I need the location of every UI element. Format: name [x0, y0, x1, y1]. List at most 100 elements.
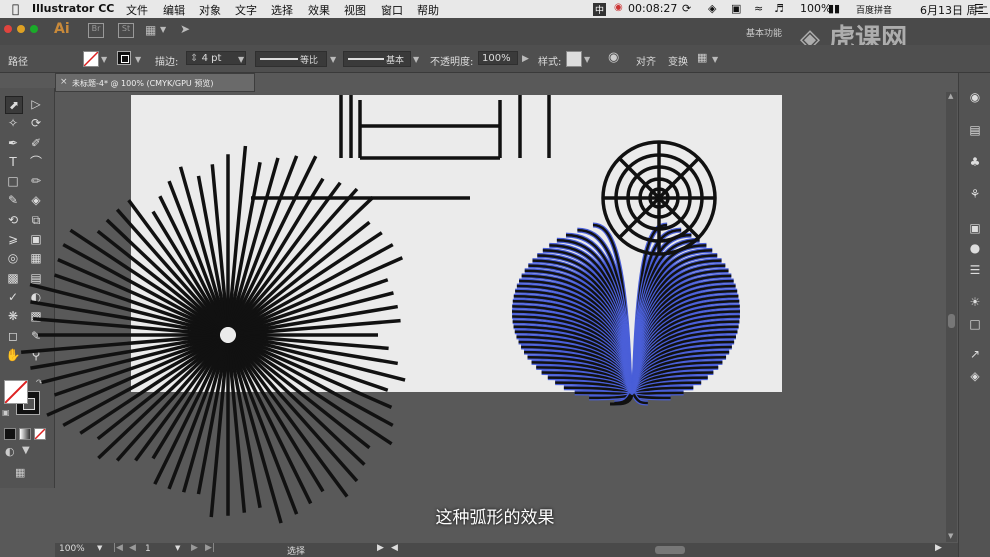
input-method-label[interactable]: 百度拼音: [856, 3, 892, 16]
type-tool[interactable]: T: [5, 154, 21, 170]
horizontal-scroll-thumb[interactable]: [655, 546, 685, 554]
direct-selection-tool[interactable]: ▷: [28, 96, 44, 112]
paintbrush-tool[interactable]: ✏: [28, 173, 44, 189]
artboard-dropdown-icon[interactable]: ▼: [175, 544, 180, 552]
apple-icon[interactable]: : [12, 2, 19, 16]
rectangle-tool[interactable]: □: [5, 173, 21, 189]
workspace-switcher[interactable]: 基本功能: [746, 26, 782, 39]
document-tab[interactable]: × 未标题-4* @ 100% (CMYK/GPU 预览): [55, 73, 255, 92]
slice-tool[interactable]: ✎: [28, 328, 44, 344]
menu-view[interactable]: 视图: [344, 2, 366, 18]
gradient-tool[interactable]: ▤: [28, 270, 44, 286]
last-artboard-icon[interactable]: ▶|: [205, 543, 215, 553]
graphic-style-swatch[interactable]: [566, 51, 582, 67]
fill-swatch[interactable]: [83, 51, 99, 67]
symbol-sprayer-tool[interactable]: ❋: [5, 308, 21, 324]
free-transform-tool[interactable]: ▣: [28, 231, 44, 247]
shaper-tool[interactable]: ✎: [5, 192, 21, 208]
zoom-dropdown-icon[interactable]: ▼: [97, 544, 102, 552]
scale-tool[interactable]: ⧉: [28, 212, 44, 228]
stroke-panel-icon[interactable]: ☰: [968, 263, 982, 277]
opacity-field[interactable]: 100%: [478, 51, 518, 65]
menu-window[interactable]: 窗口: [381, 2, 403, 18]
rotate-tool[interactable]: ⟲: [5, 212, 21, 228]
color-mode-button[interactable]: [4, 428, 16, 440]
lasso-tool[interactable]: ⟳: [28, 115, 44, 131]
status-menu-icon[interactable]: ▶: [377, 543, 384, 553]
app-name-menu[interactable]: Illustrator CC: [32, 2, 114, 15]
volume-icon[interactable]: ♬: [774, 2, 784, 15]
first-artboard-icon[interactable]: |◀: [113, 543, 123, 553]
none-mode-button[interactable]: [34, 428, 46, 440]
color-guide-icon[interactable]: ▤: [968, 123, 982, 137]
shape-builder-tool[interactable]: ◎: [5, 250, 21, 266]
brush-definition[interactable]: 基本: [343, 51, 411, 67]
line-segment-tool[interactable]: ⌒: [28, 154, 44, 170]
wifi-icon[interactable]: ≈: [754, 2, 763, 15]
screen-mode-icon[interactable]: ▦: [15, 466, 25, 479]
stroke-weight-dropdown-icon[interactable]: ▼: [238, 55, 244, 64]
eyedropper-tool[interactable]: ✓: [5, 289, 21, 305]
width-tool[interactable]: ⩾: [5, 231, 21, 247]
battery-icon[interactable]: ▮▮: [828, 2, 840, 15]
fill-color-box[interactable]: [4, 380, 28, 404]
symbols-icon[interactable]: ▣: [968, 221, 982, 235]
menu-select[interactable]: 选择: [271, 2, 293, 18]
swap-fill-stroke-icon[interactable]: ↷: [36, 378, 43, 387]
menu-effect[interactable]: 效果: [308, 2, 330, 18]
layers-icon[interactable]: ◈: [968, 369, 982, 383]
arrange-documents-icon[interactable]: ▦: [145, 23, 156, 37]
sync-icon[interactable]: ⟳: [682, 2, 691, 15]
menu-edit[interactable]: 编辑: [163, 2, 185, 18]
hand-tool[interactable]: ✋: [5, 347, 21, 363]
style-dropdown-icon[interactable]: ▼: [584, 55, 590, 64]
maximize-window-button[interactable]: [30, 25, 38, 33]
draw-normal-icon[interactable]: ◐: [5, 445, 15, 458]
stock-icon[interactable]: St: [118, 23, 134, 38]
color-panel-icon[interactable]: ◉: [968, 90, 982, 104]
fill-dropdown-icon[interactable]: ▼: [101, 55, 107, 64]
bridge-icon[interactable]: Br: [88, 23, 104, 38]
more-options-icon[interactable]: ▦: [697, 51, 707, 64]
transparency-icon[interactable]: ☀: [968, 295, 982, 309]
menu-object[interactable]: 对象: [199, 2, 221, 18]
profile-dropdown-icon[interactable]: ▼: [330, 55, 336, 64]
menu-type[interactable]: 文字: [235, 2, 257, 18]
stroke-dropdown-icon[interactable]: ▼: [135, 55, 141, 64]
zoom-tool[interactable]: ⚲: [28, 347, 44, 363]
mesh-tool[interactable]: ▩: [5, 270, 21, 286]
artboard[interactable]: [131, 95, 782, 392]
zoom-level[interactable]: 100%: [59, 544, 85, 554]
more-options-dropdown-icon[interactable]: ▼: [712, 55, 718, 64]
arrange-dropdown-icon[interactable]: ▼: [160, 25, 166, 34]
draw-mode-dropdown-icon[interactable]: ▼: [22, 445, 30, 456]
align-button[interactable]: 对齐: [636, 53, 656, 68]
variable-width-profile[interactable]: 等比: [255, 51, 327, 67]
shield-icon[interactable]: ◈: [708, 2, 716, 15]
prev-artboard-icon[interactable]: ◀: [129, 543, 136, 553]
minimize-window-button[interactable]: [17, 25, 25, 33]
screen-icon[interactable]: ▣: [731, 2, 741, 15]
stroke-weight-field[interactable]: ⇕ 4 pt: [186, 51, 246, 65]
scroll-left-icon[interactable]: ◀: [391, 543, 398, 553]
artboard-tool[interactable]: ◻: [5, 328, 21, 344]
recolor-artwork-icon[interactable]: ◉: [608, 50, 619, 65]
opacity-arrow-icon[interactable]: ▶: [522, 54, 529, 64]
gradient-mode-button[interactable]: [19, 428, 31, 440]
stroke-swatch[interactable]: [117, 51, 131, 65]
brushes-icon[interactable]: ⚘: [968, 187, 982, 201]
transform-button[interactable]: 变换: [668, 53, 688, 68]
menu-help[interactable]: 帮助: [417, 2, 439, 18]
appearance-icon[interactable]: □: [968, 317, 982, 331]
next-artboard-icon[interactable]: ▶: [191, 543, 198, 553]
curvature-tool[interactable]: ✐: [28, 135, 44, 151]
eraser-tool[interactable]: ◈: [28, 192, 44, 208]
scroll-right-icon[interactable]: ▶: [935, 543, 942, 553]
artboard-number[interactable]: 1: [145, 544, 151, 554]
scroll-down-icon[interactable]: ▼: [948, 532, 953, 540]
default-colors-icon[interactable]: ▣: [2, 408, 10, 417]
graph-tool[interactable]: ▩: [28, 308, 44, 324]
input-method-icon[interactable]: 中: [593, 3, 607, 16]
vertical-scroll-thumb[interactable]: [948, 314, 955, 328]
vertical-scrollbar[interactable]: ▲ ▼: [946, 92, 957, 542]
